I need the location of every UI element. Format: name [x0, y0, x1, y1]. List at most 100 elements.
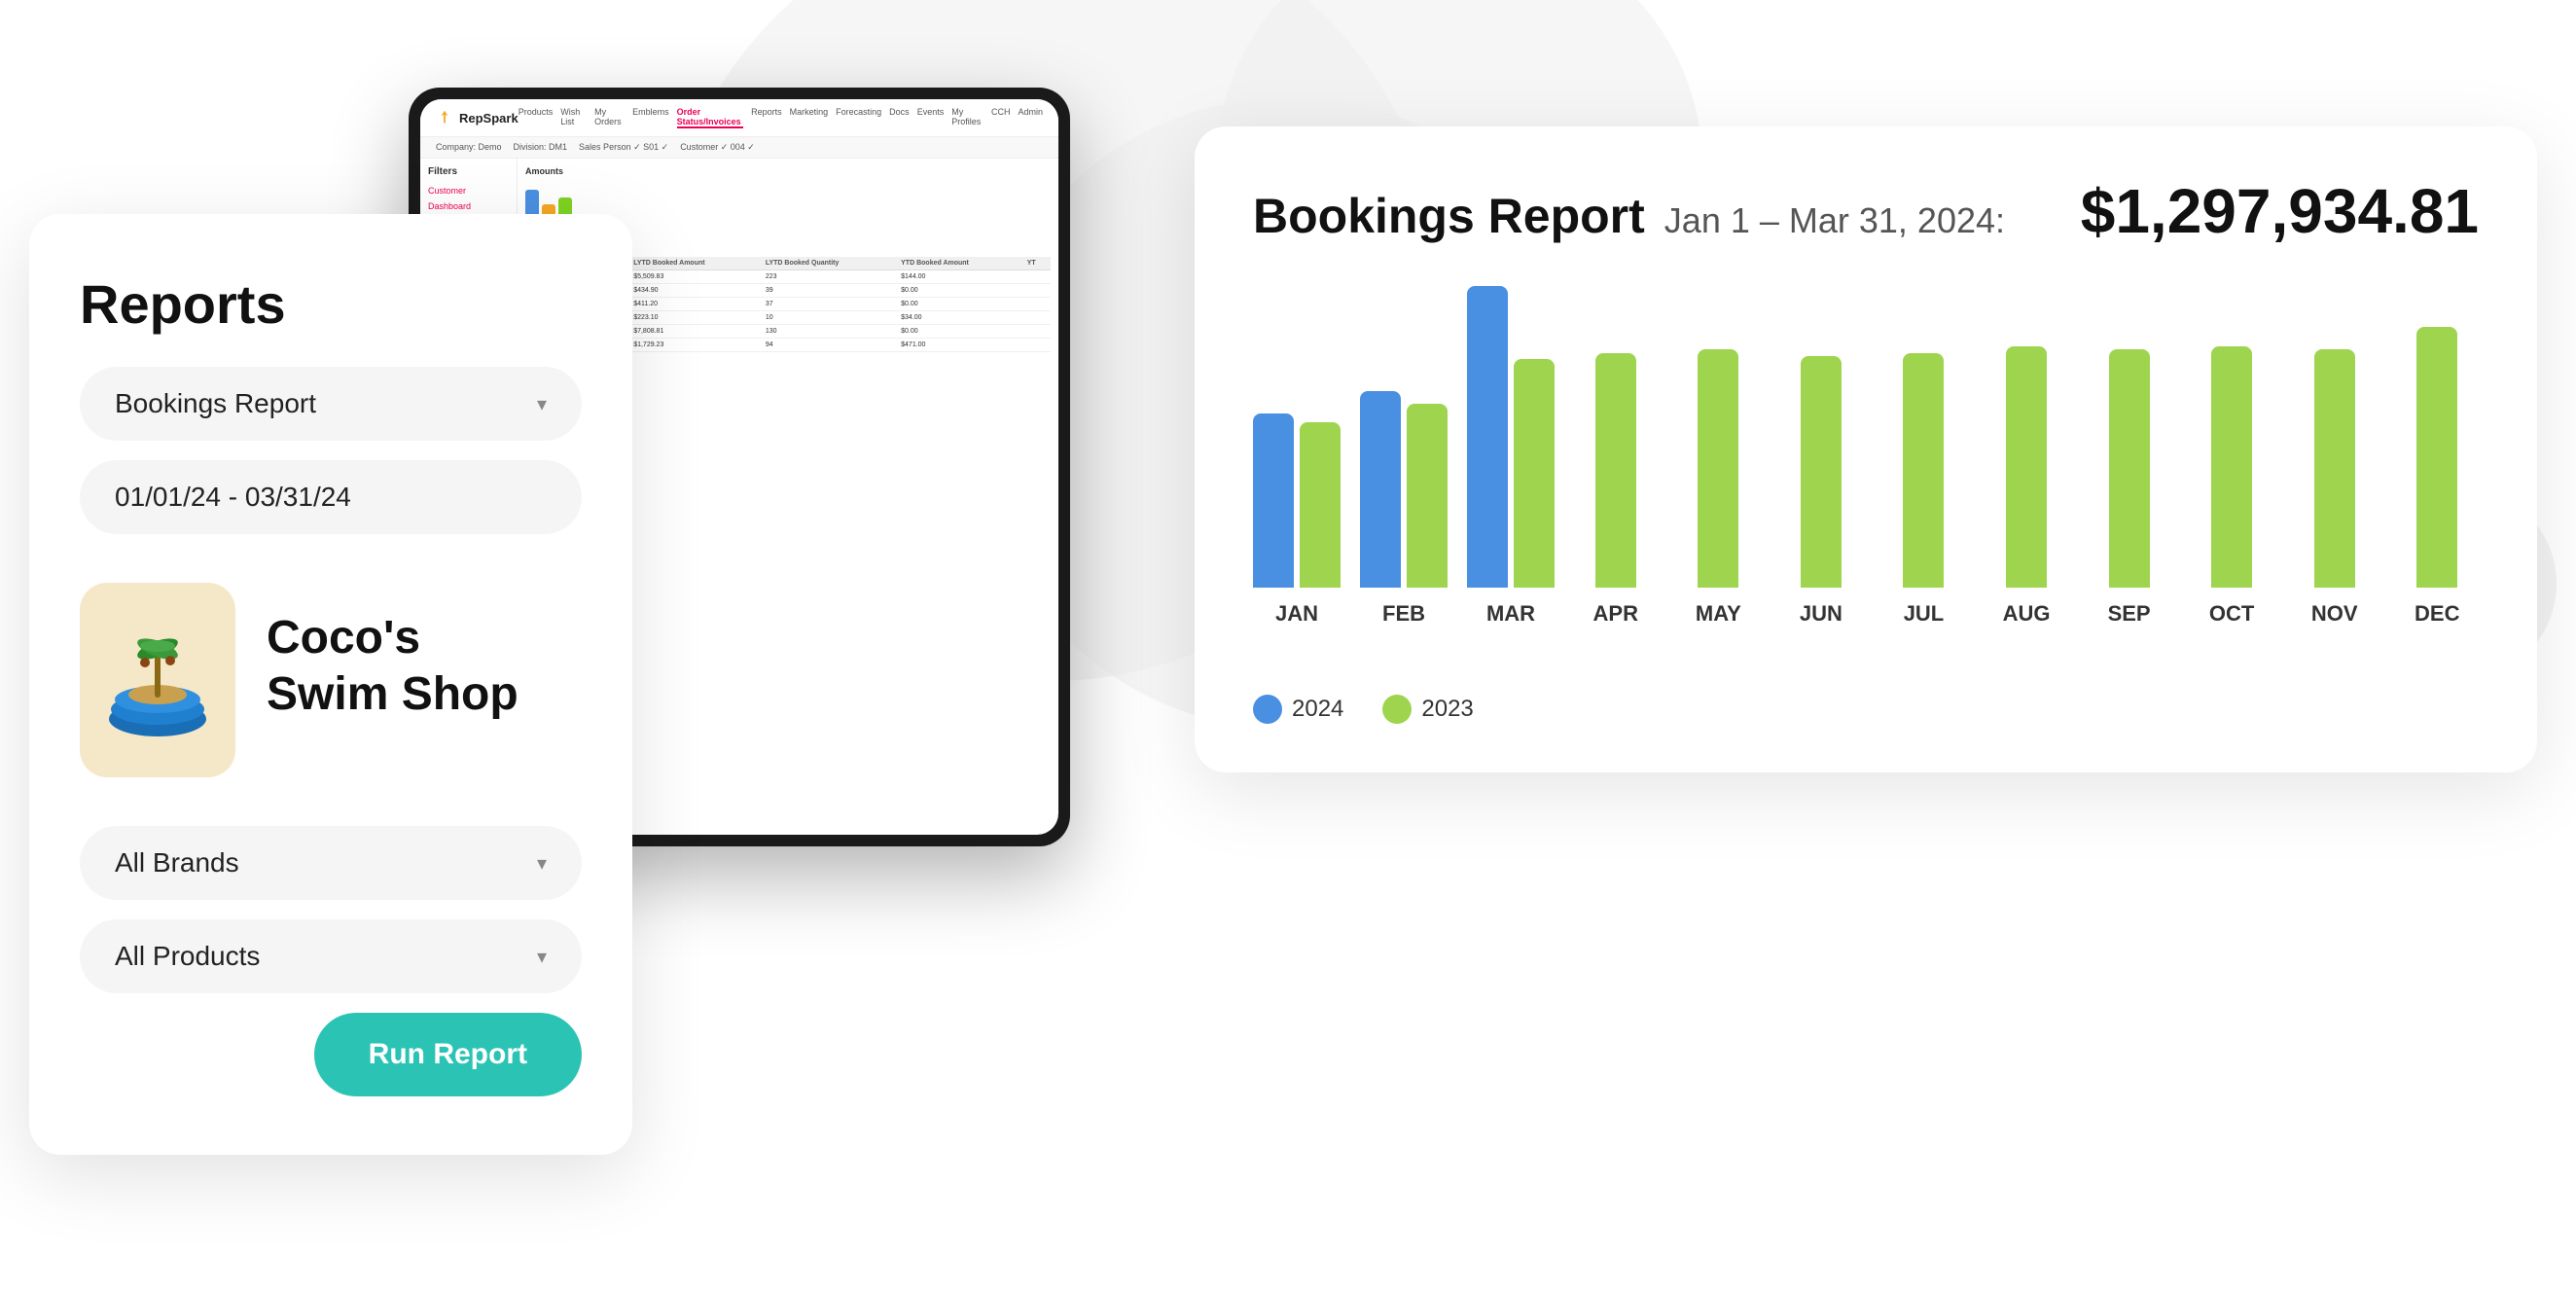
tablet-nav: Products Wish List My Orders Emblems Ord…	[519, 107, 1043, 128]
bar-month-label: MAR	[1486, 601, 1535, 627]
bar-group-jul: JUL	[1882, 353, 1966, 627]
bar-2023-jun	[1801, 356, 1842, 588]
nav-myorders[interactable]: My Orders	[594, 107, 625, 128]
nav-emblems[interactable]: Emblems	[632, 107, 669, 128]
chevron-down-icon: ▾	[537, 392, 547, 416]
bar-month-label: FEB	[1382, 601, 1425, 627]
bookings-report-title: Bookings Report	[1253, 188, 1645, 244]
bar-pair-jul	[1882, 353, 1966, 588]
bar-pair-feb	[1360, 391, 1448, 588]
bar-2023-may	[1698, 349, 1738, 588]
chart-title: Amounts	[525, 166, 1051, 176]
bar-month-label: JAN	[1275, 601, 1318, 627]
bar-group-apr: APR	[1574, 353, 1658, 627]
legend-label-2024: 2024	[1292, 696, 1343, 723]
toolbar-division: Division: DM1	[514, 142, 568, 153]
bar-pair-oct	[2190, 346, 2273, 588]
bookings-header: Bookings Report Jan 1 – Mar 31, 2024: $1…	[1253, 175, 2479, 247]
run-report-button[interactable]: Run Report	[314, 1013, 582, 1096]
legend-2024: 2024	[1253, 695, 1343, 724]
nav-wishlist[interactable]: Wish List	[560, 107, 587, 128]
bar-2023-oct	[2211, 346, 2252, 588]
report-type-dropdown[interactable]: Bookings Report ▾	[80, 367, 582, 441]
tablet-toolbar: Company: Demo Division: DM1 Sales Person…	[420, 137, 1058, 159]
bar-pair-apr	[1574, 353, 1658, 588]
logo-text: RepSpark	[459, 111, 519, 126]
bookings-date-range: Jan 1 – Mar 31, 2024:	[1664, 200, 2005, 241]
bar-2024-jan	[1253, 413, 1294, 588]
legend-dot-2023	[1382, 695, 1412, 724]
bar-month-label: JUL	[1904, 601, 1945, 627]
bar-2024-feb	[1360, 391, 1401, 588]
bar-month-label: AUG	[2003, 601, 2051, 627]
bar-pair-may	[1677, 349, 1761, 588]
report-type-label: Bookings Report	[115, 388, 316, 419]
filters-label: Filters	[428, 166, 509, 177]
bar-month-label: SEP	[2108, 601, 2151, 627]
shop-logo	[80, 583, 235, 777]
nav-events[interactable]: Events	[917, 107, 945, 128]
bar-group-dec: DEC	[2396, 327, 2480, 627]
toolbar-company: Company: Demo	[436, 142, 502, 153]
bar-2023-nov	[2314, 349, 2355, 588]
bar-2023-sep	[2109, 349, 2150, 588]
bar-month-label: JUN	[1800, 601, 1843, 627]
sidebar-customer-dashboard[interactable]: Customer Dashboard	[428, 183, 509, 214]
col-lytd-booked-qty: LYTD Booked Quantity	[762, 257, 897, 270]
products-dropdown[interactable]: All Products ▾	[80, 919, 582, 993]
chart-bars-container: JAN FEB MAR APR MAY JUN JUL AUG SEP OCT NOV DEC	[1253, 286, 2479, 675]
bar-2023-mar	[1514, 359, 1555, 588]
nav-myprofiles[interactable]: My Profiles	[951, 107, 984, 128]
bar-pair-aug	[1985, 346, 2068, 588]
date-range-dropdown[interactable]: 01/01/24 - 03/31/24	[80, 460, 582, 534]
shop-name: Coco's Swim Shop	[267, 610, 519, 722]
nav-admin[interactable]: Admin	[1018, 107, 1043, 128]
bar-month-label: APR	[1593, 601, 1638, 627]
bar-group-jan: JAN	[1253, 413, 1341, 627]
nav-orderstatus[interactable]: Order Status/Invoices	[677, 107, 744, 128]
bookings-report-card: Bookings Report Jan 1 – Mar 31, 2024: $1…	[1195, 126, 2537, 772]
legend-2023: 2023	[1382, 695, 1473, 724]
col-ytd-booked-amt: YTD Booked Amount	[897, 257, 1023, 270]
brands-label: All Brands	[115, 847, 239, 879]
toolbar-customer: Customer ✓ 004 ✓	[680, 142, 755, 153]
repspark-logo: RepSpark	[436, 109, 519, 126]
bar-month-label: NOV	[2311, 601, 2358, 627]
bar-2023-jan	[1300, 422, 1341, 588]
tablet-topbar: RepSpark Products Wish List My Orders Em…	[420, 99, 1058, 137]
nav-forecasting[interactable]: Forecasting	[836, 107, 881, 128]
bar-group-may: MAY	[1677, 349, 1761, 627]
col-lytd-booked-amt: LYTD Booked Amount	[629, 257, 762, 270]
bar-pair-mar	[1467, 286, 1555, 588]
col-yt: YT	[1023, 257, 1051, 270]
bar-2023-dec	[2416, 327, 2457, 588]
nav-cch[interactable]: CCH	[991, 107, 1011, 128]
legend-label-2023: 2023	[1421, 696, 1473, 723]
bar-2024-mar	[1467, 286, 1508, 588]
nav-marketing[interactable]: Marketing	[790, 107, 829, 128]
nav-docs[interactable]: Docs	[889, 107, 910, 128]
nav-reports[interactable]: Reports	[751, 107, 782, 128]
bar-group-oct: OCT	[2190, 346, 2273, 627]
shop-name-line1: Coco's	[267, 610, 519, 666]
bar-month-label: MAY	[1696, 601, 1741, 627]
bar-2023-aug	[2006, 346, 2047, 588]
brands-dropdown[interactable]: All Brands ▾	[80, 826, 582, 900]
bookings-total-amount: $1,297,934.81	[2081, 175, 2479, 247]
bar-pair-jun	[1779, 356, 1863, 588]
bar-group-jun: JUN	[1779, 356, 1863, 627]
bar-2023-apr	[1595, 353, 1636, 588]
bar-month-label: DEC	[2415, 601, 2459, 627]
bar-pair-sep	[2088, 349, 2171, 588]
bar-group-mar: MAR	[1467, 286, 1555, 627]
bar-group-feb: FEB	[1360, 391, 1448, 627]
reports-card: Reports Bookings Report ▾ 01/01/24 - 03/…	[29, 214, 632, 1155]
bar-pair-nov	[2293, 349, 2377, 588]
bookings-bar-chart: JAN FEB MAR APR MAY JUN JUL AUG SEP OCT NOV DEC 202…	[1253, 286, 2479, 724]
bar-group-nov: NOV	[2293, 349, 2377, 627]
toolbar-salesperson: Sales Person ✓ S01 ✓	[579, 142, 668, 153]
reports-title: Reports	[80, 272, 582, 336]
chevron-down-icon: ▾	[537, 851, 547, 876]
nav-products[interactable]: Products	[519, 107, 554, 128]
date-range-label: 01/01/24 - 03/31/24	[115, 482, 351, 513]
